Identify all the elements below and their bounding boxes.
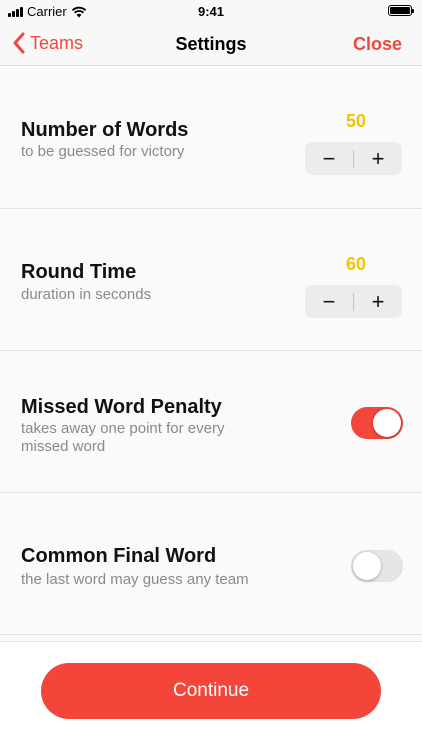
close-button[interactable]: Close bbox=[353, 34, 402, 55]
navigation-bar: Teams Settings Close bbox=[0, 22, 422, 66]
setting-subtitle: takes away one point for every missed wo… bbox=[21, 420, 225, 455]
toggle-knob bbox=[353, 552, 381, 580]
setting-title: Common Final Word bbox=[21, 545, 217, 567]
round-time-stepper[interactable]: − + bbox=[305, 285, 402, 318]
toggle-knob bbox=[373, 409, 401, 437]
footer: Continue bbox=[0, 641, 422, 750]
status-time: 9:41 bbox=[197, 4, 225, 19]
setting-title: Number of Words bbox=[21, 119, 189, 141]
setting-round-time: Round Time duration in seconds 60 − + bbox=[0, 209, 422, 351]
words-stepper[interactable]: − + bbox=[305, 142, 402, 175]
setting-title: Round Time bbox=[21, 261, 137, 283]
setting-subtitle: the last word may guess any team bbox=[21, 571, 249, 588]
setting-title: Missed Word Penalty bbox=[21, 396, 222, 418]
round-time-value: 60 bbox=[345, 254, 366, 274]
continue-button[interactable]: Continue bbox=[41, 663, 381, 719]
setting-subtitle: to be guessed for victory bbox=[21, 143, 185, 160]
decrement-button[interactable]: − bbox=[305, 285, 353, 318]
setting-number-of-words: Number of Words to be guessed for victor… bbox=[0, 67, 422, 209]
setting-common-final-word: Common Final Word the last word may gues… bbox=[0, 493, 422, 635]
setting-missed-word-penalty: Missed Word Penalty takes away one point… bbox=[0, 351, 422, 493]
setting-subtitle: duration in seconds bbox=[21, 286, 152, 303]
common-final-word-toggle[interactable] bbox=[351, 550, 403, 582]
status-bar: Carrier 9:41 bbox=[0, 0, 422, 22]
words-value: 50 bbox=[345, 111, 366, 131]
increment-button[interactable]: + bbox=[354, 142, 402, 175]
increment-button[interactable]: + bbox=[354, 285, 402, 318]
decrement-button[interactable]: − bbox=[305, 142, 353, 175]
settings-list: Number of Words to be guessed for victor… bbox=[0, 67, 422, 641]
missed-word-penalty-toggle[interactable] bbox=[351, 407, 403, 439]
battery-icon bbox=[388, 5, 414, 16]
